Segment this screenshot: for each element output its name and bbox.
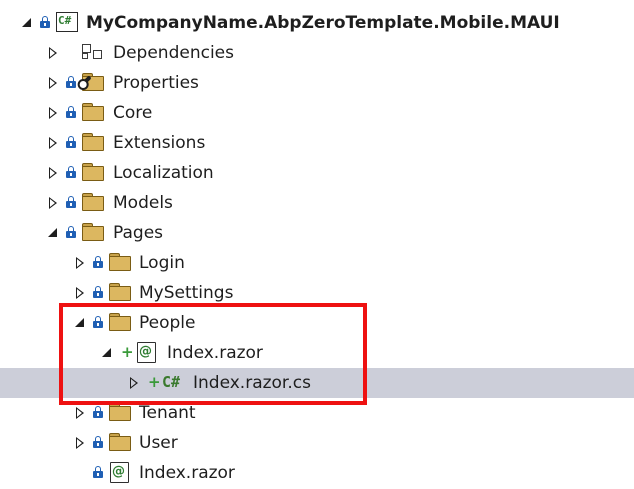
- expanded-arrow-icon[interactable]: [22, 18, 31, 27]
- lock-icon: [66, 166, 76, 179]
- pages-label: Pages: [113, 223, 164, 243]
- folder-icon: [82, 103, 104, 121]
- lock-icon: [66, 226, 76, 239]
- lock-icon: [93, 286, 103, 299]
- tree-item-localization[interactable]: Localization: [0, 158, 634, 188]
- collapsed-arrow-icon[interactable]: [49, 137, 57, 149]
- mysettings-label: MySettings: [139, 283, 234, 303]
- tree-item-login[interactable]: Login: [0, 248, 634, 278]
- expanded-arrow-icon[interactable]: [48, 228, 57, 237]
- collapsed-arrow-icon[interactable]: [49, 107, 57, 119]
- dependencies-label: Dependencies: [113, 43, 234, 63]
- folder-icon: [82, 193, 104, 211]
- properties-label: Properties: [113, 73, 199, 93]
- lock-icon: [93, 256, 103, 269]
- lock-icon: [66, 76, 76, 89]
- collapsed-arrow-icon[interactable]: [76, 287, 84, 299]
- tree-item-extensions[interactable]: Extensions: [0, 128, 634, 158]
- folder-icon: [109, 283, 131, 301]
- tree-item-pages-index-razor[interactable]: @ Index.razor: [0, 458, 634, 488]
- tenant-label: Tenant: [139, 403, 196, 423]
- lock-icon: [66, 196, 76, 209]
- lock-icon: [40, 16, 50, 29]
- collapsed-arrow-icon[interactable]: [49, 167, 57, 179]
- tree-item-user[interactable]: User: [0, 428, 634, 458]
- tree-item-dependencies[interactable]: Dependencies: [0, 38, 634, 68]
- pages-index-razor-label: Index.razor: [139, 463, 235, 483]
- login-label: Login: [139, 253, 185, 273]
- folder-icon: [82, 163, 104, 181]
- collapsed-arrow-icon[interactable]: [49, 77, 57, 89]
- extensions-label: Extensions: [113, 133, 206, 153]
- tree-item-core[interactable]: Core: [0, 98, 634, 128]
- folder-icon: [82, 133, 104, 151]
- localization-label: Localization: [113, 163, 214, 183]
- highlight-box: [59, 303, 367, 405]
- lock-icon: [93, 436, 103, 449]
- lock-icon: [93, 466, 103, 479]
- collapsed-arrow-icon[interactable]: [76, 257, 84, 269]
- models-label: Models: [113, 193, 173, 213]
- user-label: User: [139, 433, 178, 453]
- solution-explorer-tree: C# MyCompanyName.AbpZeroTemplate.Mobile.…: [0, 0, 634, 489]
- tree-item-project[interactable]: C# MyCompanyName.AbpZeroTemplate.Mobile.…: [0, 8, 634, 38]
- dependencies-icon: [82, 44, 106, 62]
- lock-icon: [93, 406, 103, 419]
- folder-icon: [109, 403, 131, 421]
- razor-file-icon: @: [110, 462, 129, 483]
- collapsed-arrow-icon[interactable]: [76, 407, 84, 419]
- folder-icon: [109, 253, 131, 271]
- tree-item-models[interactable]: Models: [0, 188, 634, 218]
- clipped-previous-row: [110, 0, 370, 6]
- lock-icon: [66, 106, 76, 119]
- tree-item-pages[interactable]: Pages: [0, 218, 634, 248]
- collapsed-arrow-icon[interactable]: [49, 197, 57, 209]
- collapsed-arrow-icon[interactable]: [76, 437, 84, 449]
- tree-item-properties[interactable]: Properties: [0, 68, 634, 98]
- csharp-project-icon: C#: [56, 12, 78, 32]
- folder-icon: [109, 433, 131, 451]
- folder-icon: [82, 223, 104, 241]
- project-label: MyCompanyName.AbpZeroTemplate.Mobile.MAU…: [86, 13, 560, 33]
- core-label: Core: [113, 103, 153, 123]
- lock-icon: [66, 136, 76, 149]
- collapsed-arrow-icon[interactable]: [49, 47, 57, 59]
